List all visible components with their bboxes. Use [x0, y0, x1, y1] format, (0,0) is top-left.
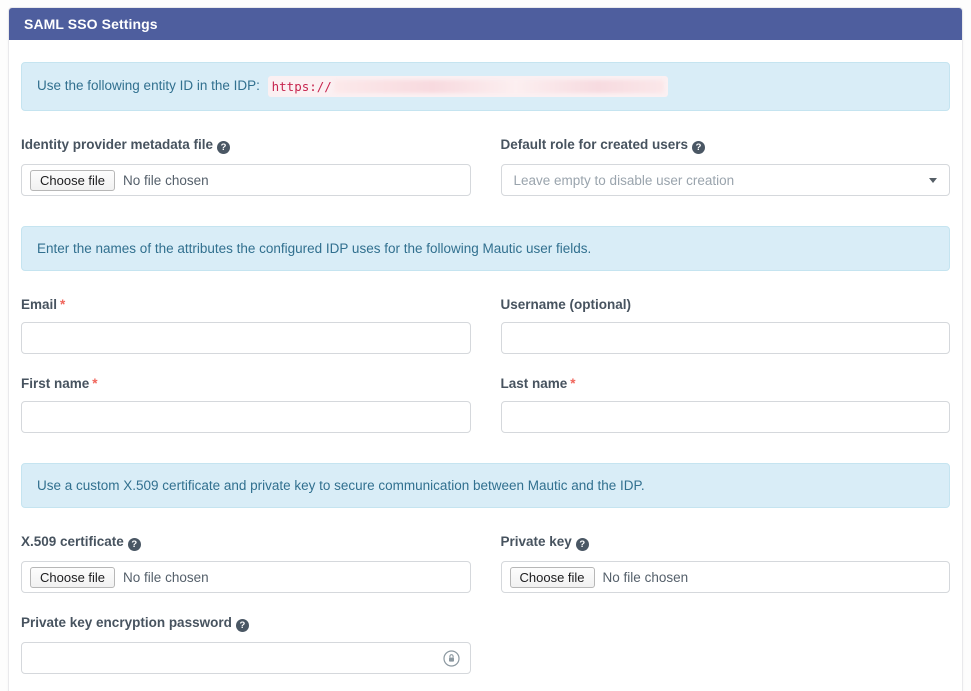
x509-cert-file-input[interactable]: Choose file No file chosen [21, 561, 471, 593]
entity-id-redacted [334, 80, 664, 93]
required-asterisk: * [60, 297, 65, 312]
default-role-select[interactable]: Leave empty to disable user creation [501, 164, 951, 196]
required-asterisk: * [92, 376, 97, 391]
email-group: Email* [21, 297, 471, 354]
form-row-metadata-role: Identity provider metadata file? Choose … [21, 137, 950, 196]
question-circle-icon[interactable]: ? [576, 538, 589, 551]
idp-metadata-label: Identity provider metadata file? [21, 137, 471, 154]
private-key-password-input-wrap [21, 642, 471, 674]
question-circle-icon[interactable]: ? [217, 141, 230, 154]
file-status-text: No file chosen [123, 173, 209, 188]
private-key-group: Private key? Choose file No file chosen [501, 534, 951, 593]
email-input[interactable] [21, 322, 471, 354]
last-name-group: Last name* [501, 376, 951, 433]
username-input[interactable] [501, 322, 951, 354]
private-key-label: Private key? [501, 534, 951, 551]
form-row-password: Private key encryption password? [21, 615, 950, 674]
choose-file-button[interactable]: Choose file [510, 567, 595, 588]
chevron-down-icon [929, 178, 937, 183]
question-circle-icon[interactable]: ? [236, 619, 249, 632]
entity-id-alert-text: Use the following entity ID in the IDP: [37, 78, 260, 93]
attributes-alert: Enter the names of the attributes the co… [21, 226, 950, 271]
idp-metadata-group: Identity provider metadata file? Choose … [21, 137, 471, 196]
default-role-group: Default role for created users? Leave em… [501, 137, 951, 196]
page-title: SAML SSO Settings [9, 8, 962, 40]
first-name-group: First name* [21, 376, 471, 433]
private-key-password-label: Private key encryption password? [21, 615, 471, 632]
first-name-input[interactable] [21, 401, 471, 433]
entity-id-code: https:// [268, 76, 668, 97]
first-name-label: First name* [21, 376, 471, 391]
private-key-password-group: Private key encryption password? [21, 615, 471, 674]
required-asterisk: * [570, 376, 575, 391]
select-placeholder: Leave empty to disable user creation [514, 173, 735, 188]
lock-circle-icon [443, 650, 460, 667]
last-name-input[interactable] [501, 401, 951, 433]
panel-body: Use the following entity ID in the IDP: … [9, 40, 962, 691]
empty-column [501, 615, 951, 674]
form-row-email-username: Email* Username (optional) [21, 297, 950, 354]
saml-sso-settings-panel: SAML SSO Settings Use the following enti… [8, 7, 963, 691]
private-key-file-input[interactable]: Choose file No file chosen [501, 561, 951, 593]
default-role-label: Default role for created users? [501, 137, 951, 154]
form-row-cert-key: X.509 certificate? Choose file No file c… [21, 534, 950, 593]
file-status-text: No file chosen [123, 570, 209, 585]
username-label: Username (optional) [501, 297, 951, 312]
choose-file-button[interactable]: Choose file [30, 170, 115, 191]
x509-cert-group: X.509 certificate? Choose file No file c… [21, 534, 471, 593]
question-circle-icon[interactable]: ? [692, 141, 705, 154]
file-status-text: No file chosen [603, 570, 689, 585]
question-circle-icon[interactable]: ? [128, 538, 141, 551]
choose-file-button[interactable]: Choose file [30, 567, 115, 588]
certificate-alert-text: Use a custom X.509 certificate and priva… [37, 478, 645, 493]
form-row-names: First name* Last name* [21, 376, 950, 433]
username-group: Username (optional) [501, 297, 951, 354]
idp-metadata-file-input[interactable]: Choose file No file chosen [21, 164, 471, 196]
certificate-alert: Use a custom X.509 certificate and priva… [21, 463, 950, 508]
entity-id-alert: Use the following entity ID in the IDP: … [21, 62, 950, 111]
entity-id-scheme: https:// [272, 78, 332, 95]
email-label: Email* [21, 297, 471, 312]
private-key-password-input[interactable] [22, 643, 439, 673]
x509-cert-label: X.509 certificate? [21, 534, 471, 551]
last-name-label: Last name* [501, 376, 951, 391]
password-visibility-toggle[interactable] [439, 650, 470, 667]
attributes-alert-text: Enter the names of the attributes the co… [37, 241, 591, 256]
